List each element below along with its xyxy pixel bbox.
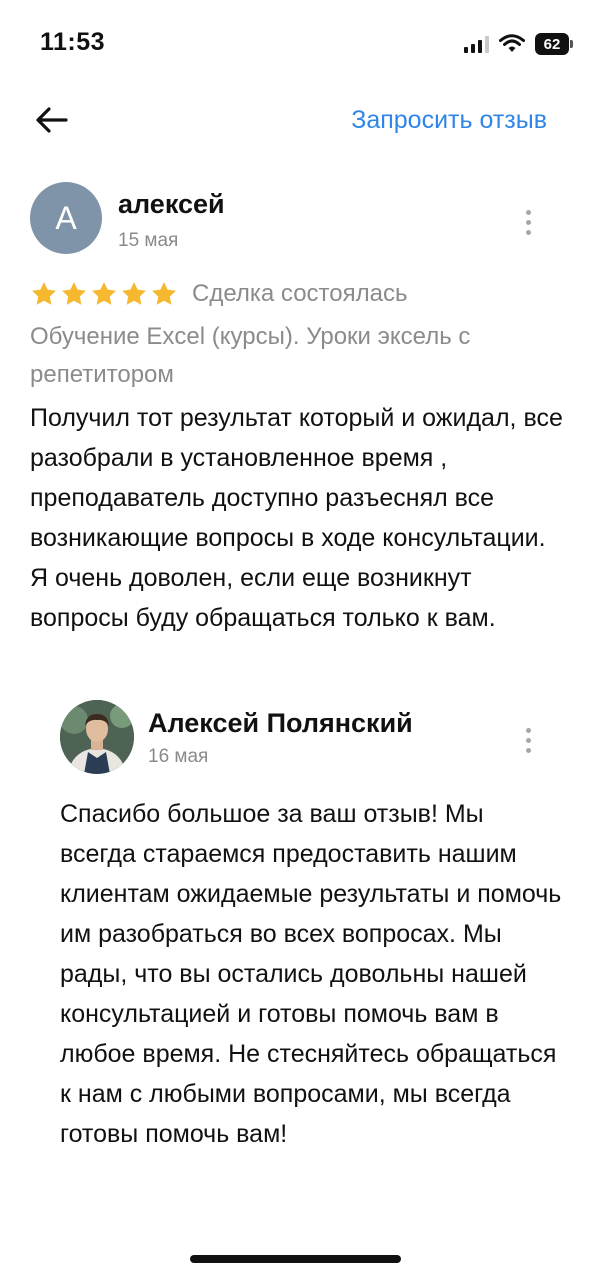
signal-icon [464,35,489,53]
reply-text: Спасибо большое за ваш отзыв! Мы всегда … [60,800,562,1148]
star-rating [30,280,178,308]
review-more-button[interactable] [516,202,540,242]
star-icon [122,282,146,305]
battery-icon: 62 [535,33,573,55]
more-dot [525,209,531,215]
request-review-link[interactable]: Запросить отзыв [351,106,547,135]
star-icon [152,282,176,305]
reply-date: 16 мая [148,746,209,767]
more-dot [525,229,531,235]
avatar-photo [60,700,134,774]
back-button[interactable] [30,98,74,142]
rating-row: Сделка состоялась [30,277,407,311]
reply-more-button[interactable] [516,720,540,760]
more-dot [525,727,531,733]
more-dot [525,219,531,225]
star-icon [32,282,56,305]
review-date: 15 мая [118,230,179,251]
star-icon [62,282,86,305]
review-page: 11:53 62 Запросить отзыв А алексей 15 ма… [0,0,591,1280]
status-bar: 11:53 62 [0,0,591,86]
review-author-name: алексей [118,189,225,219]
more-dot [525,747,531,753]
star-icon [92,282,116,305]
wifi-icon [499,34,525,52]
home-indicator [190,1255,401,1263]
reply-avatar [60,700,134,774]
status-icons: 62 [464,30,573,58]
service-name[interactable]: Обучение Excel (курсы). Уроки эксель с р… [30,318,565,394]
top-navigation: Запросить отзыв [0,96,591,146]
more-dot [525,737,531,743]
avatar: А [30,182,102,254]
deal-status: Сделка состоялась [192,280,408,307]
status-time: 11:53 [40,28,106,56]
review-text: Получил тот результат который и ожидал, … [30,404,563,632]
reply-author-name: Алексей Полянский [148,708,413,738]
arrow-left-icon [36,107,68,133]
